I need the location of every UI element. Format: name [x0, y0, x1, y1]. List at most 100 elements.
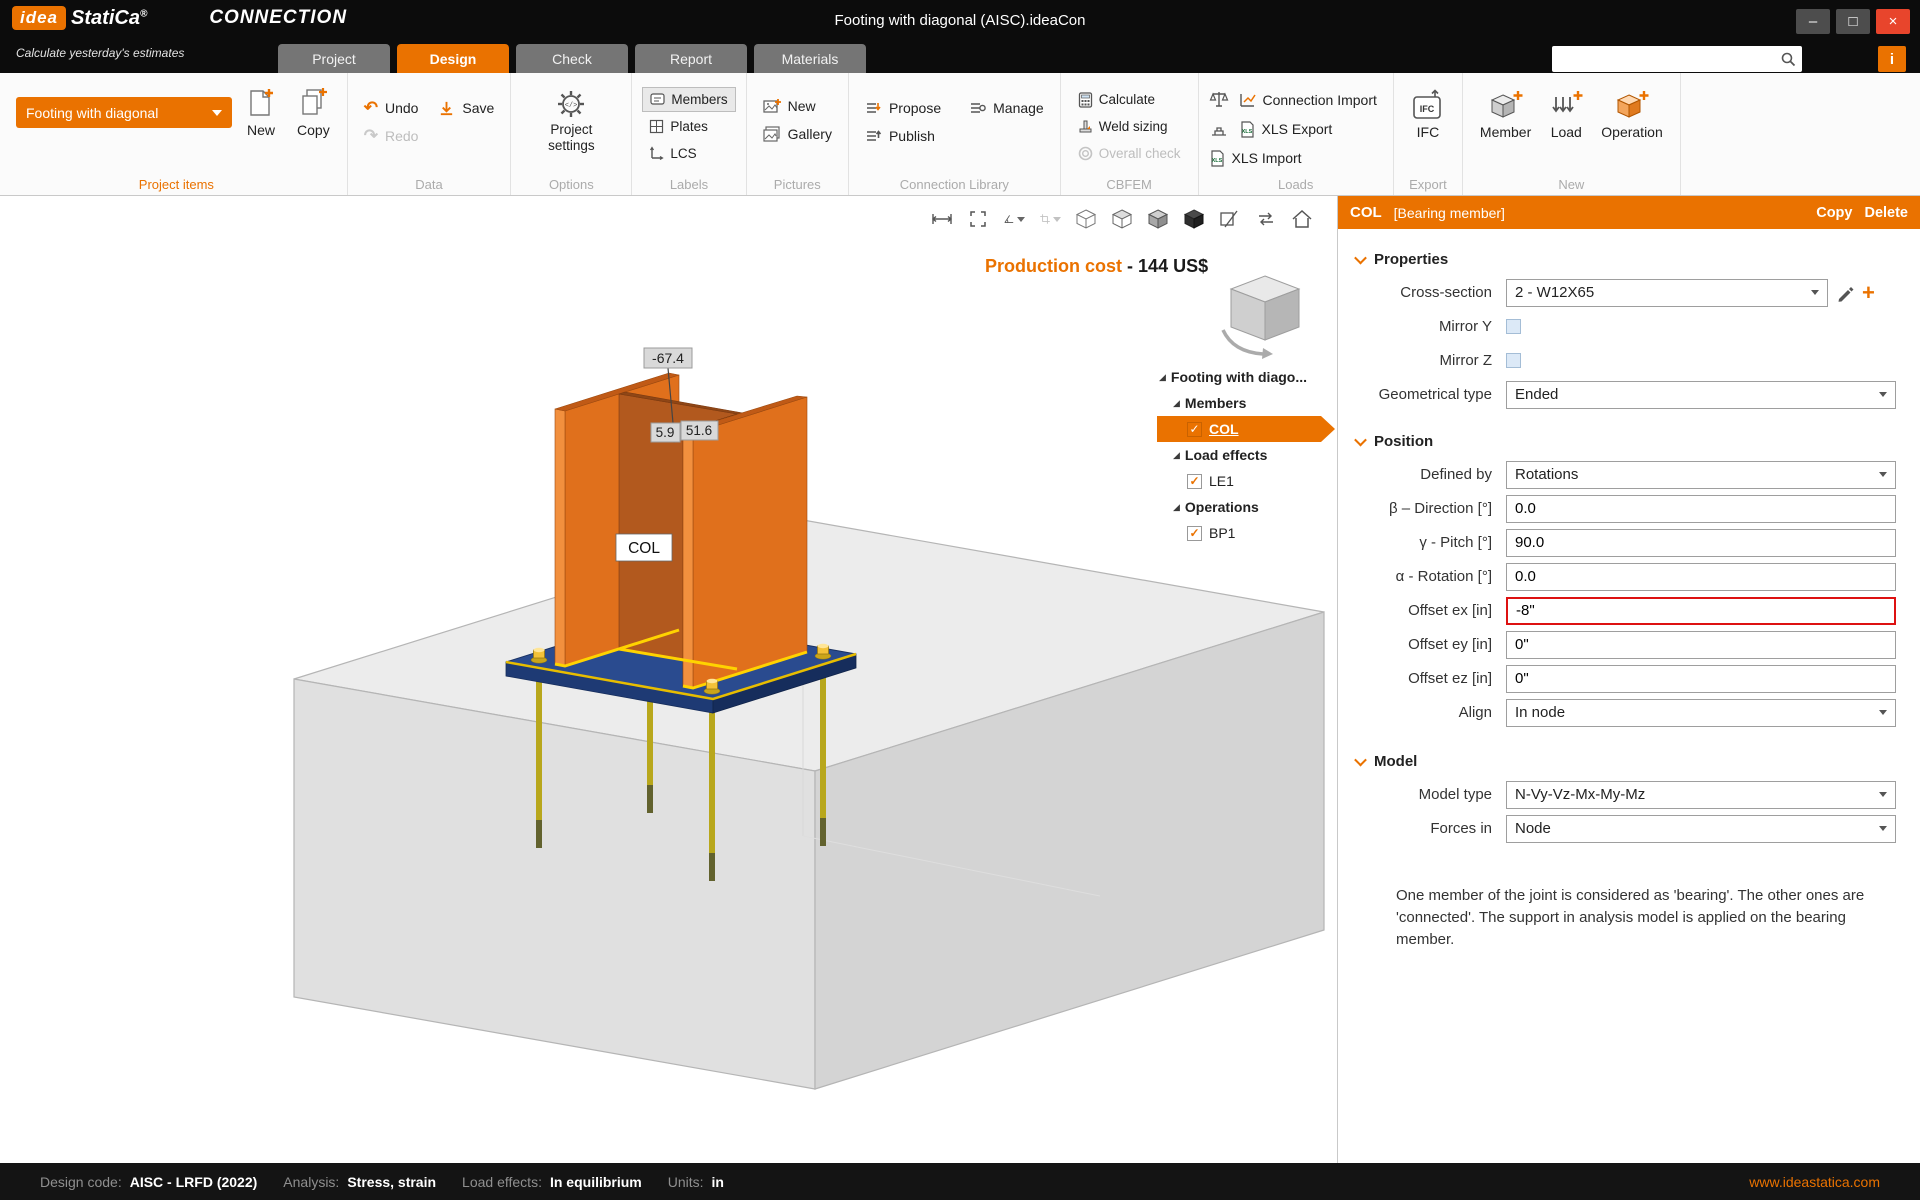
info-button[interactable]: i [1878, 46, 1906, 72]
publish-button[interactable]: Publish [859, 123, 947, 149]
project-item-selector[interactable]: Footing with diagonal [16, 97, 232, 128]
section-properties[interactable]: Properties [1354, 251, 1908, 268]
delete-member-button[interactable]: Delete [1864, 205, 1908, 221]
project-tree: ◢ Footing with diago... ◢ Members ✓ COL … [1157, 364, 1335, 546]
project-settings-button[interactable]: </> Project settings [521, 87, 621, 155]
concrete-block[interactable] [293, 519, 1325, 1090]
group-label-labels: Labels [669, 177, 709, 192]
section-position[interactable]: Position [1354, 433, 1908, 450]
redo-button[interactable]: ↷ Redo [358, 123, 425, 149]
col-checkbox[interactable]: ✓ [1187, 421, 1202, 437]
rotation-angle-icon[interactable] [1003, 208, 1025, 230]
defined-by-select[interactable]: Rotations [1506, 460, 1896, 489]
redo-label: Redo [384, 128, 419, 144]
manage-icon [971, 102, 986, 113]
group-label-connection-library: Connection Library [899, 177, 1009, 192]
3d-viewport[interactable]: -67.4 51.6 5.9 COL Production cost - 144… [0, 196, 1337, 1163]
offset-ex-input[interactable] [1506, 596, 1896, 625]
tree-load-effects-node[interactable]: ◢ Load effects [1157, 442, 1335, 468]
beta-direction-input[interactable] [1506, 494, 1896, 523]
add-cross-section-button[interactable]: + [1862, 281, 1875, 304]
close-button[interactable]: × [1876, 9, 1910, 34]
member-label[interactable]: COL [615, 533, 673, 562]
column-member[interactable] [554, 372, 808, 689]
labels-plates-toggle[interactable]: Plates [642, 114, 735, 139]
new-member-button[interactable]: Member [1473, 87, 1538, 142]
section-model[interactable]: Model [1354, 753, 1908, 770]
search-input[interactable] [1552, 48, 1780, 70]
swap-view-icon[interactable] [1255, 208, 1277, 230]
new-load-button[interactable]: Load [1542, 87, 1590, 142]
tab-design[interactable]: Design [397, 44, 509, 73]
load-effects-value: In equilibrium [549, 1173, 642, 1190]
ifc-icon: IFC [1413, 89, 1441, 119]
xls-import-button[interactable]: XLS XLS Import [1209, 145, 1308, 171]
cross-section-select[interactable]: 2 - W12X65 [1506, 278, 1828, 307]
forces-in-select[interactable]: Node [1506, 814, 1896, 843]
calculate-button[interactable]: Calculate [1071, 87, 1188, 112]
connection-import-button[interactable]: Connection Import [1239, 87, 1383, 113]
gallery-button[interactable]: Gallery [757, 121, 838, 147]
model-type-select[interactable]: N-Vy-Vz-Mx-My-Mz [1506, 780, 1896, 809]
hidden-line-view-icon[interactable] [1111, 208, 1133, 230]
tree-root[interactable]: ◢ Footing with diago... [1157, 364, 1335, 390]
website-link[interactable]: www.ideastatica.com [1749, 1174, 1880, 1190]
design-code-value: AISC - LRFD (2022) [129, 1173, 258, 1190]
tree-item-le1[interactable]: ✓ LE1 [1157, 468, 1335, 494]
tree-item-bp1[interactable]: ✓ BP1 [1157, 520, 1335, 546]
home-view-icon[interactable] [1291, 208, 1313, 230]
edit-cross-section-button[interactable] [1836, 284, 1854, 302]
chevron-down-icon [1879, 392, 1887, 397]
save-button[interactable]: Save [432, 95, 500, 121]
tree-item-col[interactable]: ✓ COL [1157, 416, 1335, 442]
propose-button[interactable]: Propose [859, 95, 947, 121]
labels-members-toggle[interactable]: Members [642, 87, 736, 112]
offset-ey-input[interactable] [1506, 630, 1896, 659]
copy-project-item-button[interactable]: Copy [290, 85, 337, 140]
group-label-data: Data [415, 177, 443, 192]
row-forces-in: Forces in Node [1356, 814, 1908, 843]
weld-sizing-button[interactable]: Weld sizing [1071, 114, 1188, 139]
new-operation-button[interactable]: Operation [1594, 87, 1669, 142]
tab-project[interactable]: Project [278, 44, 390, 73]
geometrical-type-select[interactable]: Ended [1506, 380, 1896, 409]
crop-view-icon[interactable] [1039, 208, 1061, 230]
undo-button[interactable]: ↶ Undo [358, 95, 425, 121]
offset-ez-input[interactable] [1506, 664, 1896, 693]
row-offset-ey: Offset ey [in] [1356, 630, 1908, 659]
manage-button[interactable]: Manage [963, 95, 1050, 121]
alpha-rotation-input[interactable] [1506, 562, 1896, 591]
solid-view-icon[interactable] [1183, 208, 1205, 230]
copy-member-button[interactable]: Copy [1816, 205, 1852, 221]
bp1-checkbox[interactable]: ✓ [1187, 525, 1202, 541]
le1-checkbox[interactable]: ✓ [1187, 473, 1202, 489]
tree-operations-node[interactable]: ◢ Operations [1157, 494, 1335, 520]
tree-members-node[interactable]: ◢ Members [1157, 390, 1335, 416]
new-project-item-button[interactable]: New [240, 85, 282, 140]
wireframe-view-icon[interactable] [1075, 208, 1097, 230]
shaded-view-icon[interactable] [1147, 208, 1169, 230]
tab-materials[interactable]: Materials [754, 44, 866, 73]
clipping-plane-icon[interactable] [1219, 208, 1241, 230]
overall-check-button[interactable]: Overall check [1071, 141, 1188, 166]
ribbon-group-connection-library: Propose Manage Publish Connection Librar… [849, 73, 1061, 195]
maximize-button[interactable]: □ [1836, 9, 1870, 34]
mirror-z-checkbox[interactable] [1506, 353, 1521, 368]
fit-view-icon[interactable] [967, 208, 989, 230]
row-cross-section: Cross-section 2 - W12X65 + [1356, 278, 1908, 307]
new-picture-button[interactable]: New [757, 93, 838, 119]
minimize-button[interactable]: – [1796, 9, 1830, 34]
labels-lcs-toggle[interactable]: LCS [642, 141, 735, 166]
search-box [1552, 46, 1802, 72]
ifc-export-button[interactable]: IFC IFC [1404, 87, 1452, 142]
mirror-y-checkbox[interactable] [1506, 319, 1521, 334]
gamma-pitch-input[interactable] [1506, 528, 1896, 557]
align-select[interactable]: In node [1506, 698, 1896, 727]
dimension-lines-icon[interactable] [931, 208, 953, 230]
tab-report[interactable]: Report [635, 44, 747, 73]
navigation-cube[interactable] [1215, 268, 1311, 365]
xls-export-button[interactable]: XLS XLS Export [1239, 116, 1339, 142]
tab-check[interactable]: Check [516, 44, 628, 73]
3d-scene[interactable]: -67.4 51.6 5.9 COL [0, 196, 1337, 1163]
expander-icon: ◢ [1173, 501, 1180, 512]
